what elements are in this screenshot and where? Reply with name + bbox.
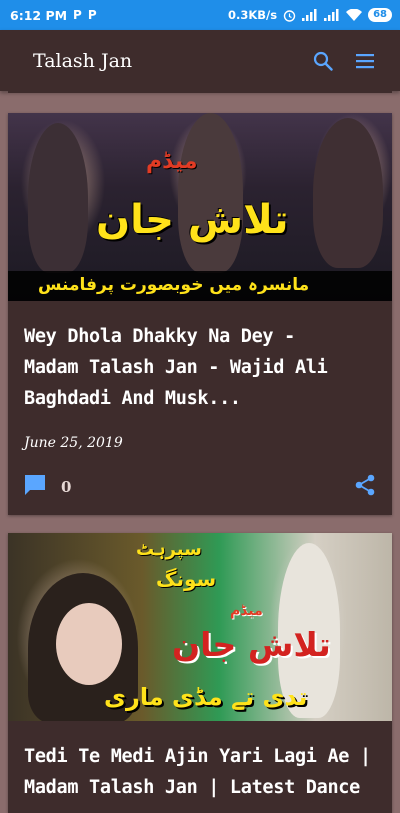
- thumbnail-overlay-title: تلاش جان: [96, 197, 289, 243]
- dancer-figure: [178, 113, 243, 273]
- menu-icon[interactable]: [354, 50, 376, 72]
- post-title-line[interactable]: Wey Dhola Dhakky Na Dey -: [24, 321, 376, 352]
- wifi-icon: [346, 9, 363, 21]
- share-icon[interactable]: [354, 474, 376, 500]
- thumbnail-overlay-title: تلاش جان: [172, 625, 331, 664]
- post-thumbnail[interactable]: میڈم تلاش جان مانسرہ میں خوبصورت پرفامنس: [8, 113, 392, 301]
- dancer-figure: [313, 118, 383, 268]
- post-title[interactable]: Wey Dhola Dhakky Na Dey - Madam Talash J…: [24, 321, 376, 414]
- post-title-line[interactable]: Madam Talash Jan - Wajid Ali: [24, 352, 376, 383]
- app-title[interactable]: Talash Jan: [33, 50, 312, 72]
- singer-face: [56, 603, 122, 685]
- previous-card-edge: [8, 91, 392, 93]
- thumbnail-overlay-top: سونگ: [156, 567, 217, 591]
- alarm-icon: [283, 9, 296, 22]
- network-speed: 0.3KB/s: [227, 8, 278, 22]
- thumbnail-overlay-small: میڈم: [230, 603, 263, 619]
- post-thumbnail[interactable]: سپرہٹ سونگ میڈم تلاش جان تدی تے مڈی ماری: [8, 533, 392, 721]
- thumbnail-overlay-top: سپرہٹ: [136, 539, 202, 560]
- thumbnail-overlay-small: میڈم: [146, 149, 198, 174]
- battery-icon: 68: [368, 8, 392, 22]
- post-date[interactable]: June 25, 2019: [24, 435, 376, 451]
- post-title[interactable]: Tedi Te Medi Ajin Yari Lagi Ae | Madam T…: [24, 741, 376, 803]
- comments-link[interactable]: 0: [24, 474, 71, 500]
- signal-icon: [324, 9, 340, 21]
- signal-icon: [302, 9, 318, 21]
- comment-count[interactable]: 0: [61, 478, 71, 496]
- post-title-line[interactable]: Baghdadi And Musk...: [24, 383, 376, 414]
- status-time: 6:12 PM: [10, 7, 68, 23]
- post-card[interactable]: سپرہٹ سونگ میڈم تلاش جان تدی تے مڈی ماری…: [8, 533, 392, 813]
- search-icon[interactable]: [312, 50, 334, 72]
- thumbnail-overlay-subtitle: مانسرہ میں خوبصورت پرفامنس: [38, 275, 310, 295]
- app-bar: Talash Jan: [0, 30, 400, 91]
- status-indicator-p: P: [73, 8, 82, 22]
- thumbnail-overlay-bottom: تدی تے مڈی ماری: [104, 683, 308, 711]
- post-card[interactable]: میڈم تلاش جان مانسرہ میں خوبصورت پرفامنس…: [8, 113, 392, 515]
- post-title-line[interactable]: Madam Talash Jan | Latest Dance: [24, 772, 376, 803]
- status-indicator-p: P: [87, 8, 97, 22]
- comment-icon[interactable]: [24, 474, 46, 500]
- status-bar: 6:12 PM P P 0.3KB/s 68: [0, 0, 400, 30]
- dancer-figure: [28, 123, 88, 273]
- post-title-line[interactable]: Tedi Te Medi Ajin Yari Lagi Ae |: [24, 741, 376, 772]
